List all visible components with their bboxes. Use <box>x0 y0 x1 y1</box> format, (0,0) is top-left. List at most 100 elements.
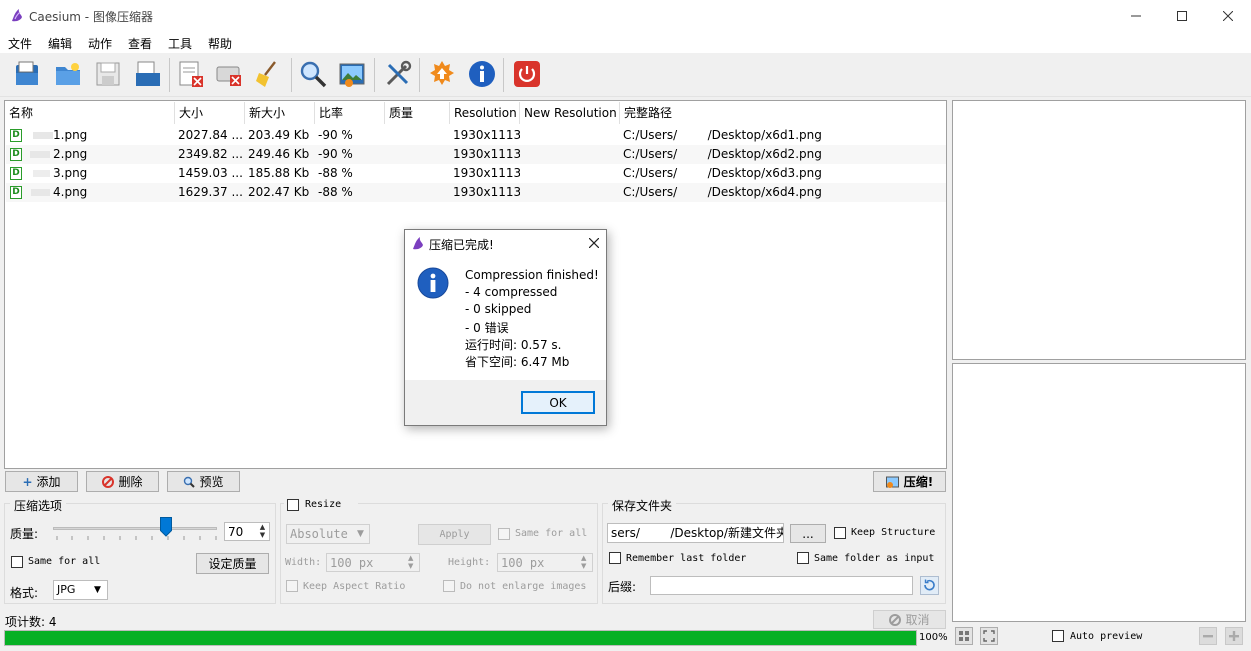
menu-view[interactable]: 查看 <box>128 35 152 52</box>
refresh-icon[interactable] <box>920 576 939 595</box>
compress-button[interactable]: 压缩! <box>873 471 946 492</box>
quality-slider-thumb[interactable] <box>160 517 172 537</box>
open-file-icon[interactable] <box>13 59 43 89</box>
minimize-button[interactable] <box>1113 0 1159 31</box>
column-size[interactable]: 大小 <box>175 102 245 124</box>
clear-list-icon[interactable] <box>214 59 244 89</box>
dropdown-arrow-icon: ▼ <box>357 529 364 539</box>
no-enlarge-checkbox[interactable] <box>443 580 455 592</box>
cell-name: 1.png <box>53 128 88 142</box>
cell-name: 3.png <box>53 166 88 180</box>
spin-arrows-icon[interactable]: ▲ ▼ <box>581 554 586 570</box>
cell-new-resolution <box>520 145 620 164</box>
cell-resolution: 1930x1113 <box>453 128 520 142</box>
maximize-button[interactable] <box>1159 0 1205 31</box>
menu-tools[interactable]: 工具 <box>168 35 192 52</box>
column-resolution[interactable]: Resolution <box>450 102 520 124</box>
fullscreen-icon <box>983 630 995 642</box>
settings-tools-icon[interactable] <box>383 59 413 89</box>
browse-button[interactable]: ... <box>790 524 826 543</box>
cell-new-size: 203.49 Kb <box>248 128 310 142</box>
table-row[interactable]: D 4.png 1629.37 ... 202.47 Kb -88 % 1930… <box>6 183 946 202</box>
preview-button[interactable]: 预览 <box>167 471 240 492</box>
dialog-message-line: 省下空间: 6.47 Mb <box>465 355 570 369</box>
column-new-size[interactable]: 新大小 <box>245 102 315 124</box>
delete-button[interactable]: 删除 <box>86 471 159 492</box>
same-folder-checkbox[interactable] <box>797 552 809 564</box>
cell-quality <box>385 145 450 164</box>
toolbar-separator <box>503 58 504 92</box>
cell-new-resolution <box>520 183 620 202</box>
plus-icon: + <box>22 474 33 489</box>
table-row[interactable]: D 3.png 1459.03 ... 185.88 Kb -88 % 1930… <box>6 164 946 183</box>
open-folder-icon[interactable] <box>53 59 83 89</box>
dialog-message-line: - 4 compressed <box>465 285 558 299</box>
menu-action[interactable]: 动作 <box>88 35 112 52</box>
height-label: Height: <box>448 557 491 568</box>
set-quality-button[interactable]: 设定质量 <box>196 553 269 574</box>
spin-arrows-icon[interactable]: ▲ ▼ <box>408 554 413 570</box>
column-full-path[interactable]: 完整路径 <box>620 102 946 124</box>
fit-view-button[interactable] <box>955 627 973 645</box>
menu-file[interactable]: 文件 <box>8 35 32 52</box>
zoom-out-button[interactable] <box>1199 627 1217 645</box>
spin-arrows-icon[interactable]: ▲ ▼ <box>256 523 269 540</box>
toolbar-separator <box>419 58 420 92</box>
menu-edit[interactable]: 编辑 <box>48 35 72 52</box>
table-row[interactable]: D 2.png 2349.82 ... 249.46 Kb -90 % 1930… <box>6 145 946 164</box>
same-for-all-checkbox[interactable] <box>11 556 23 568</box>
close-icon <box>589 238 599 248</box>
cell-ratio: -88 % <box>318 166 353 180</box>
cancel-button[interactable]: 取消 <box>873 610 946 629</box>
column-name[interactable]: 名称 <box>5 102 175 124</box>
info-icon[interactable] <box>467 59 497 89</box>
menu-help[interactable]: 帮助 <box>208 35 232 52</box>
app-logo-icon <box>413 237 423 250</box>
close-button[interactable] <box>1205 0 1251 31</box>
remove-item-icon[interactable] <box>176 59 206 89</box>
auto-preview-checkbox[interactable] <box>1052 630 1064 642</box>
cell-path: C:/Users/ /Desktop/x6d4.png <box>623 185 822 199</box>
png-file-icon: D <box>10 167 22 180</box>
dialog-message-line: - 0 错误 <box>465 321 509 335</box>
ok-button[interactable]: OK <box>521 391 595 414</box>
fullscreen-button[interactable] <box>980 627 998 645</box>
width-spinbox[interactable]: 100 px <box>326 553 420 572</box>
same-for-all-label: Same for all <box>28 556 101 567</box>
same-folder-label: Same folder as input <box>814 553 935 564</box>
export-icon[interactable] <box>133 59 163 89</box>
column-new-resolution[interactable]: New Resolution <box>520 102 620 124</box>
add-button[interactable]: + 添加 <box>5 471 78 492</box>
compression-options-title: 压缩选项 <box>10 497 67 514</box>
dropdown-arrow-icon: ▼ <box>94 585 101 595</box>
resize-same-for-all-checkbox[interactable] <box>498 528 510 540</box>
dialog-title: 压缩已完成! <box>429 238 494 252</box>
keep-aspect-checkbox[interactable] <box>286 580 298 592</box>
apply-button[interactable]: Apply <box>418 524 491 545</box>
update-icon[interactable] <box>427 59 457 89</box>
cell-new-resolution <box>520 164 620 183</box>
keep-structure-checkbox[interactable] <box>834 527 846 539</box>
save-icon[interactable] <box>93 59 123 89</box>
quality-slider-track[interactable] <box>53 527 217 530</box>
window-title: Caesium - 图像压缩器 <box>29 10 153 24</box>
column-quality[interactable]: 质量 <box>385 102 450 124</box>
remember-folder-checkbox[interactable] <box>609 552 621 564</box>
resize-checkbox[interactable] <box>287 499 299 511</box>
search-icon[interactable] <box>298 59 328 89</box>
clean-broom-icon[interactable] <box>253 59 283 89</box>
no-entry-icon <box>102 475 115 488</box>
plus-icon <box>1229 631 1239 641</box>
keep-structure-label: Keep Structure <box>851 527 936 538</box>
column-ratio[interactable]: 比率 <box>315 102 385 124</box>
power-icon[interactable] <box>512 59 542 89</box>
zoom-in-button[interactable] <box>1225 627 1243 645</box>
output-folder-input[interactable]: sers/ /Desktop/新建文件夹 <box>607 523 784 543</box>
dialog-close-button[interactable] <box>580 230 608 256</box>
toolbar-separator <box>291 58 292 92</box>
height-spinbox[interactable]: 100 px <box>497 553 593 572</box>
suffix-input[interactable] <box>650 576 913 595</box>
table-row[interactable]: D 1.png 2027.84 ... 203.49 Kb -90 % 1930… <box>6 126 946 145</box>
cell-size: 2027.84 ... <box>178 128 243 142</box>
image-preview-icon[interactable] <box>337 59 367 89</box>
